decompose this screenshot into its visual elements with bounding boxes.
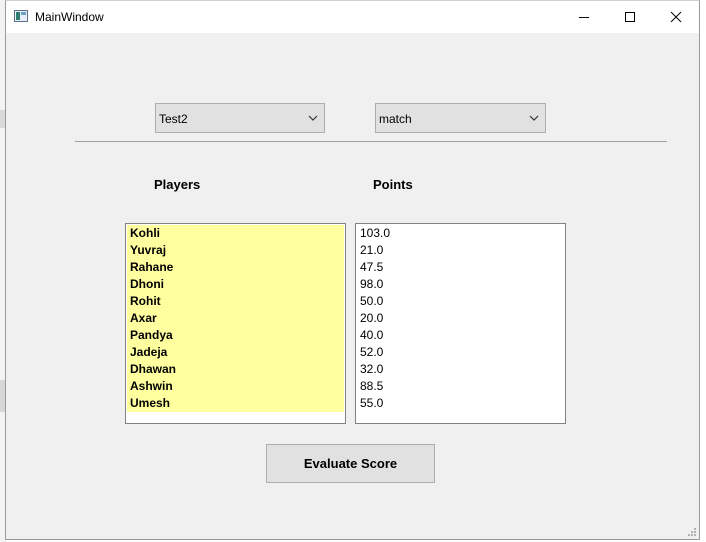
points-list-item[interactable]: 88.5 [357, 378, 564, 395]
points-list-item[interactable]: 55.0 [357, 395, 564, 412]
player-list-item[interactable]: Rahane [127, 259, 344, 276]
player-list-item[interactable]: Dhawan [127, 361, 344, 378]
minimize-button[interactable] [561, 1, 607, 33]
points-list[interactable]: 103.0 21.0 47.5 98.0 50.0 20.0 40.0 52.0 32.0 88.… [355, 223, 566, 424]
title-bar: MainWindow [6, 1, 699, 33]
type-select-value: match [379, 112, 412, 126]
players-list-items: Kohli Yuvraj Rahane Dhoni Rohit Axar Pandya Jad… [127, 225, 344, 412]
points-list-item[interactable]: 47.5 [357, 259, 564, 276]
player-list-item[interactable]: Rohit [127, 293, 344, 310]
window-title: MainWindow [35, 10, 104, 24]
player-list-item[interactable]: Pandya [127, 327, 344, 344]
app-icon [14, 10, 28, 22]
main-window: MainWindow Test2 match Players Points Ko… [5, 0, 700, 540]
points-list-item[interactable]: 52.0 [357, 344, 564, 361]
players-list[interactable]: Kohli Yuvraj Rahane Dhoni Rohit Axar Pandya Jad… [125, 223, 346, 424]
points-list-item[interactable]: 98.0 [357, 276, 564, 293]
player-list-item[interactable]: Kohli [127, 225, 344, 242]
match-select[interactable]: Test2 [155, 103, 325, 133]
points-list-item[interactable]: 50.0 [357, 293, 564, 310]
evaluate-score-button[interactable]: Evaluate Score [266, 444, 435, 483]
chevron-down-icon [529, 115, 539, 121]
player-list-item[interactable]: Umesh [127, 395, 344, 412]
points-list-item[interactable]: 32.0 [357, 361, 564, 378]
chevron-down-icon [308, 115, 318, 121]
player-list-item[interactable]: Jadeja [127, 344, 344, 361]
player-list-item[interactable]: Ashwin [127, 378, 344, 395]
resize-grip-icon[interactable] [687, 527, 697, 537]
close-button[interactable] [653, 1, 699, 33]
player-list-item[interactable]: Yuvraj [127, 242, 344, 259]
minimize-icon [579, 17, 589, 18]
points-list-item[interactable]: 20.0 [357, 310, 564, 327]
points-list-item[interactable]: 103.0 [357, 225, 564, 242]
points-list-item[interactable]: 40.0 [357, 327, 564, 344]
type-select[interactable]: match [375, 103, 546, 133]
players-label: Players [154, 177, 201, 192]
maximize-button[interactable] [607, 1, 653, 33]
player-list-item[interactable]: Dhoni [127, 276, 344, 293]
match-select-value: Test2 [159, 112, 188, 126]
points-label: Points [373, 177, 413, 192]
maximize-icon [625, 12, 635, 22]
horizontal-divider [75, 141, 667, 142]
player-list-item[interactable]: Axar [127, 310, 344, 327]
points-list-item[interactable]: 21.0 [357, 242, 564, 259]
points-list-items: 103.0 21.0 47.5 98.0 50.0 20.0 40.0 52.0 32.0 88.… [357, 225, 564, 412]
close-icon [670, 11, 682, 23]
